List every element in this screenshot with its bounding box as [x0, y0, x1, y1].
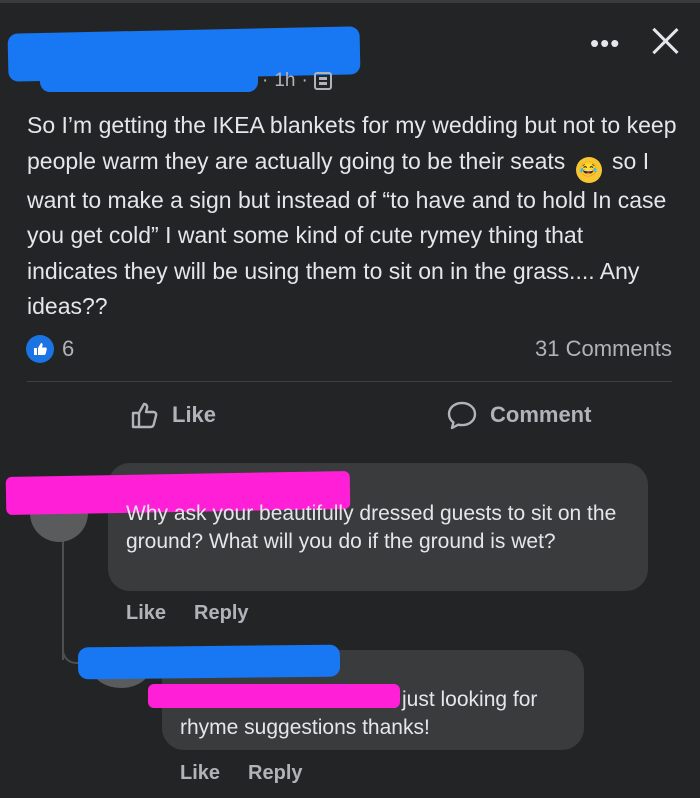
more-dots-icon[interactable]: ••• — [590, 28, 620, 59]
reaction-summary[interactable]: 6 — [26, 335, 74, 363]
like-button[interactable]: Like — [130, 400, 216, 430]
reply-actions: Like Reply — [180, 762, 303, 785]
redacted-replier-name — [77, 644, 341, 680]
meta-separator: · — [301, 70, 308, 91]
reply-like-button[interactable]: Like — [180, 762, 220, 785]
comment-button[interactable]: Comment — [446, 400, 591, 430]
comment-button-label: Comment — [490, 402, 592, 427]
comment-actions: Like Reply — [126, 602, 249, 625]
reply-text: just looking for rhyme suggestions thank… — [180, 686, 580, 741]
post-meta: · 1h · — [262, 70, 332, 92]
post-time[interactable]: 1h — [274, 70, 295, 92]
like-reaction-icon — [26, 335, 54, 363]
comment-text: Why ask your beautifully dressed guests … — [126, 502, 617, 553]
like-count: 6 — [62, 336, 75, 361]
like-button-label: Like — [172, 402, 217, 427]
meta-separator: · — [262, 70, 269, 91]
comment-reply-button[interactable]: Reply — [194, 602, 248, 625]
reply-reply-button[interactable]: Reply — [248, 762, 302, 785]
redacted-poster-name-2 — [40, 64, 258, 92]
comment-like-button[interactable]: Like — [126, 602, 166, 625]
comment-count[interactable]: 31 Comments — [480, 336, 672, 362]
thumbs-up-icon — [131, 402, 158, 429]
top-border — [0, 0, 700, 3]
comment-bubble-icon — [447, 401, 477, 430]
reply-text-body: just looking for rhyme suggestions thank… — [180, 688, 538, 739]
post-body: So I’m getting the IKEA blankets for my … — [27, 108, 677, 325]
rolling-on-floor-laughing-emoji-icon: 😂 — [575, 156, 602, 183]
audience-icon[interactable] — [313, 72, 332, 90]
close-icon[interactable] — [650, 26, 680, 56]
divider — [27, 381, 672, 382]
